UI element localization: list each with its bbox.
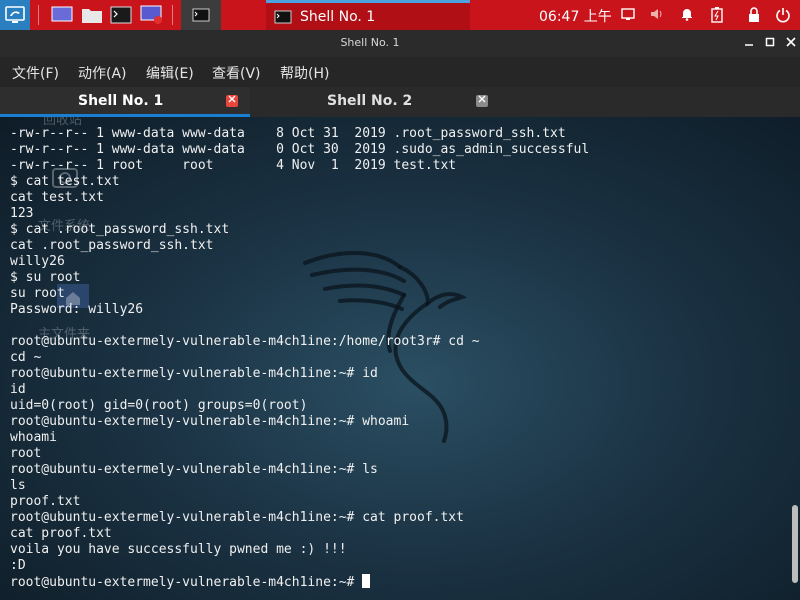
terminal-area[interactable]: 回收站 文件系统 主文件夹 -rw-r--r-- 1 www-data www-… <box>0 117 800 600</box>
terminal-line: id <box>10 382 26 397</box>
kali-logo-icon <box>5 6 25 23</box>
kali-menu-button[interactable] <box>0 0 30 30</box>
tab-label: Shell No. 1 <box>78 93 164 109</box>
screen-recorder-icon <box>140 5 162 24</box>
folder-icon <box>82 9 102 23</box>
tab-label: Shell No. 2 <box>327 93 413 109</box>
terminal-line: Password: willy26 <box>10 302 144 317</box>
maximize-button[interactable] <box>763 36 777 50</box>
terminal-line: root <box>10 446 42 461</box>
clock[interactable]: 06:47 上午 <box>539 6 612 26</box>
tab-shell-2[interactable]: Shell No. 2 <box>250 87 500 117</box>
terminal-line: -rw-r--r-- 1 root root 4 Nov 1 2019 test… <box>10 158 457 173</box>
terminal-line: $ su root <box>10 270 81 285</box>
terminal-line: root@ubuntu-extermely-vulnerable-m4ch1in… <box>10 366 378 381</box>
close-icon <box>786 37 796 47</box>
terminal-line: voila you have successfully pwned me :) … <box>10 542 347 557</box>
tab-close-button[interactable] <box>226 95 238 107</box>
terminal-output[interactable]: -rw-r--r-- 1 www-data www-data 8 Oct 31 … <box>10 126 589 591</box>
power-icon[interactable] <box>775 7 791 23</box>
terminal-line: willy26 <box>10 254 65 269</box>
menu-actions[interactable]: 动作(A) <box>78 63 127 83</box>
window-titlebar[interactable]: Shell No. 1 <box>0 30 800 57</box>
notification-bell-icon[interactable] <box>679 7 695 23</box>
terminal-line: -rw-r--r-- 1 www-data www-data 0 Oct 30 … <box>10 142 590 157</box>
window-title: Shell No. 1 <box>340 36 400 49</box>
terminal-line: $ cat .root_password_ssh.txt <box>10 222 230 237</box>
taskbar-terminal-window[interactable] <box>181 0 221 30</box>
desktop-icon <box>51 6 73 22</box>
terminal-line: root@ubuntu-extermely-vulnerable-m4ch1in… <box>10 462 378 477</box>
volume-icon[interactable] <box>650 7 666 23</box>
top-panel: Shell No. 1 06:47 上午 <box>0 0 800 30</box>
terminal-prompt: root@ubuntu-extermely-vulnerable-m4ch1in… <box>10 575 363 590</box>
terminal-icon <box>192 8 210 22</box>
tab-bar: Shell No. 1 Shell No. 2 <box>0 87 800 117</box>
terminal-line: -rw-r--r-- 1 www-data www-data 8 Oct 31 … <box>10 126 566 141</box>
tab-shell-1[interactable]: Shell No. 1 <box>0 87 250 117</box>
terminal-line: su root <box>10 286 65 301</box>
menu-help[interactable]: 帮助(H) <box>280 63 329 83</box>
maximize-icon <box>765 37 775 47</box>
terminal-launcher-button[interactable] <box>109 3 133 27</box>
lock-icon[interactable] <box>746 7 762 23</box>
terminal-line: cd ~ <box>10 350 42 365</box>
taskbar-shell-window[interactable]: Shell No. 1 <box>266 0 470 30</box>
terminal-line: 123 <box>10 206 34 221</box>
show-desktop-button[interactable] <box>50 3 74 27</box>
file-manager-button[interactable] <box>80 3 104 27</box>
terminal-line: uid=0(root) gid=0(root) groups=0(root) <box>10 398 308 413</box>
close-icon <box>478 95 486 103</box>
panel-separator <box>38 5 39 25</box>
taskbar-shell-label: Shell No. 1 <box>300 8 376 25</box>
minimize-button[interactable] <box>742 36 756 50</box>
minimize-icon <box>745 44 753 46</box>
terminal-line: whoami <box>10 430 57 445</box>
terminal-line: $ cat test.txt <box>10 174 120 189</box>
terminal-icon <box>274 10 292 23</box>
menu-bar: 文件(F) 动作(A) 编辑(E) 查看(V) 帮助(H) <box>0 57 800 87</box>
terminal-line: ls <box>10 478 26 493</box>
screen-recorder-button[interactable] <box>139 3 165 27</box>
panel-separator <box>172 5 173 25</box>
terminal-line: root@ubuntu-extermely-vulnerable-m4ch1in… <box>10 334 480 349</box>
close-window-button[interactable] <box>784 36 798 50</box>
terminal-line: root@ubuntu-extermely-vulnerable-m4ch1in… <box>10 510 464 525</box>
terminal-line: proof.txt <box>10 494 81 509</box>
display-tray-icon[interactable] <box>620 7 636 23</box>
terminal-line: root@ubuntu-extermely-vulnerable-m4ch1in… <box>10 414 410 429</box>
terminal-scrollbar[interactable] <box>792 505 798 583</box>
menu-view[interactable]: 查看(V) <box>212 63 261 83</box>
terminal-cursor <box>362 574 371 588</box>
terminal-line: cat test.txt <box>10 190 104 205</box>
menu-edit[interactable]: 编辑(E) <box>146 63 194 83</box>
terminal-scrollback: -rw-r--r-- 1 www-data www-data 8 Oct 31 … <box>10 126 589 573</box>
menu-file[interactable]: 文件(F) <box>12 63 59 83</box>
close-icon <box>228 95 236 103</box>
tab-close-button[interactable] <box>476 95 488 107</box>
terminal-line: cat .root_password_ssh.txt <box>10 238 214 253</box>
terminal-line: cat proof.txt <box>10 526 112 541</box>
terminal-line: :D <box>10 558 26 573</box>
battery-icon[interactable] <box>709 7 725 23</box>
terminal-icon <box>110 6 132 24</box>
